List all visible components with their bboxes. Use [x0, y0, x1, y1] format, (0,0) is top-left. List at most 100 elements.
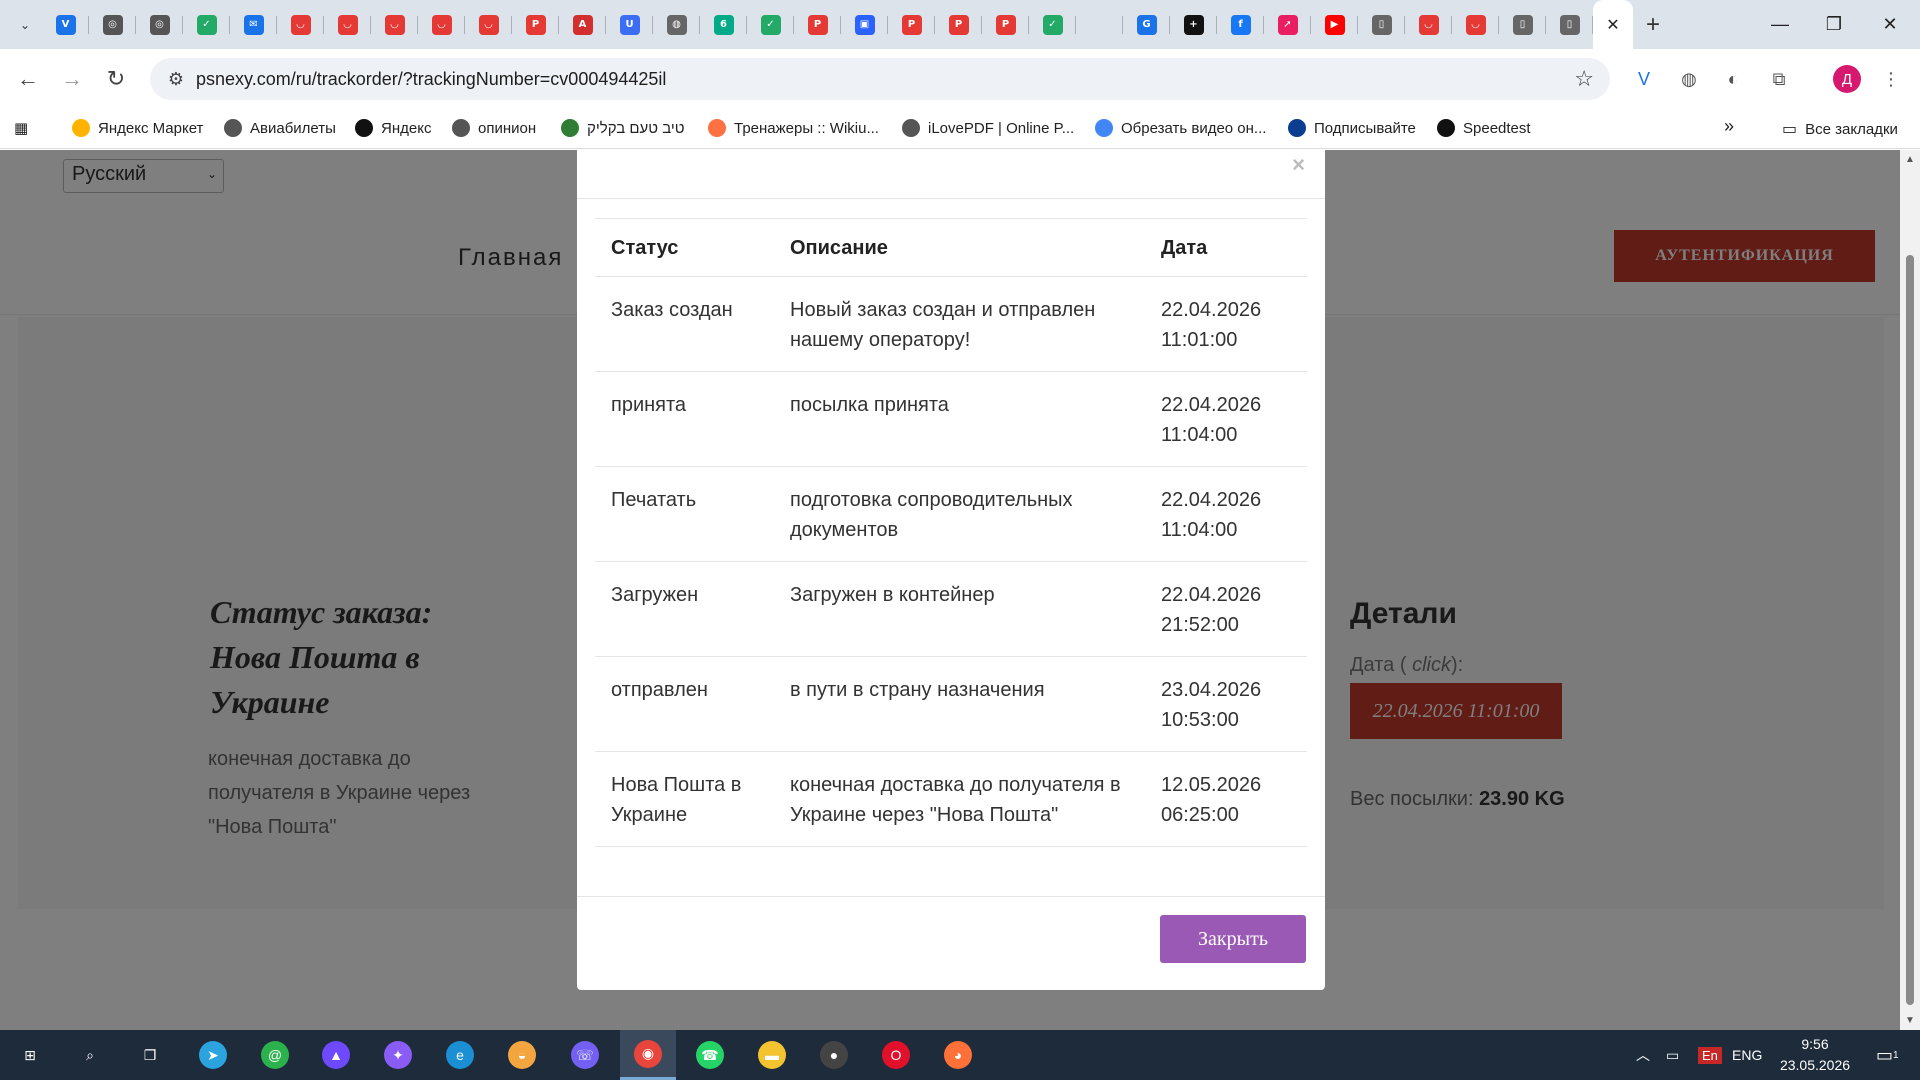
taskbar-app[interactable]: ◉ — [620, 1030, 676, 1080]
browser-tab[interactable]: V — [42, 0, 89, 49]
browser-tab[interactable]: ▶ — [1311, 0, 1358, 49]
minimize-icon[interactable]: — — [1752, 0, 1808, 49]
browser-tab[interactable]: P — [935, 0, 982, 49]
url-text[interactable]: psnexy.com/ru/trackorder/?trackingNumber… — [196, 69, 666, 90]
bookmark-item[interactable]: טיב טעם בקליק — [561, 119, 685, 137]
taskbar-app[interactable]: ▲ — [308, 1030, 364, 1080]
browser-tab[interactable]: P — [888, 0, 935, 49]
vee-extension-icon[interactable]: V — [1627, 59, 1661, 99]
browser-tab[interactable]: ✓ — [183, 0, 230, 49]
taskbar-app[interactable]: ◕ — [930, 1030, 986, 1080]
taskbar-app[interactable]: ⌕ — [62, 1030, 118, 1080]
taskbar-app[interactable]: ☏ — [557, 1030, 613, 1080]
browser-tab[interactable]: ◡ — [277, 0, 324, 49]
browser-tab[interactable]: A — [559, 0, 606, 49]
taskbar-app[interactable]: ❐ — [122, 1030, 178, 1080]
site-settings-icon[interactable]: ⚙ — [156, 69, 196, 90]
browser-tab[interactable]: f — [1217, 0, 1264, 49]
page-scrollbar[interactable]: ▲ ▼ — [1900, 150, 1920, 1030]
table-row: отправлен в пути в страну назначения 23.04… — [595, 657, 1307, 752]
browser-tab[interactable]: ◡ — [418, 0, 465, 49]
scroll-down-icon[interactable]: ▼ — [1905, 1015, 1915, 1026]
apps-grid-icon[interactable]: ▦ — [14, 119, 28, 137]
all-bookmarks[interactable]: ▭ Все закладки — [1782, 119, 1898, 139]
browser-tab[interactable]: G — [1123, 0, 1170, 49]
browser-tab[interactable]: ◎ — [136, 0, 183, 49]
browser-tab[interactable]: ◡ — [1405, 0, 1452, 49]
taskbar-app[interactable]: ⊞ — [2, 1030, 58, 1080]
tab-search-dropdown-icon[interactable]: ⌄ — [8, 8, 42, 42]
taskbar-app[interactable]: ☎ — [682, 1030, 738, 1080]
browser-tab[interactable]: P — [794, 0, 841, 49]
browser-tab[interactable]: ▣ — [841, 0, 888, 49]
browser-tab[interactable]: ▯ — [1499, 0, 1546, 49]
browser-tab[interactable]: ◡ — [1452, 0, 1499, 49]
browser-tab[interactable] — [1076, 0, 1123, 49]
forward-icon[interactable]: → — [52, 59, 92, 99]
browser-tab[interactable]: U — [606, 0, 653, 49]
taskbar-app[interactable]: ● — [806, 1030, 862, 1080]
browser-tab[interactable]: ◡ — [324, 0, 371, 49]
network-icon[interactable]: ▭ — [1666, 1030, 1679, 1080]
new-tab-button[interactable]: + — [1633, 0, 1673, 49]
bookmark-item[interactable]: Яндекс — [355, 119, 431, 137]
search-icon: ⌕ — [76, 1041, 104, 1069]
browser-tab[interactable]: 6 — [700, 0, 747, 49]
reload-icon[interactable]: ↻ — [96, 59, 136, 99]
taskbar-app[interactable]: ✦ — [370, 1030, 426, 1080]
pdf-icon: P — [995, 14, 1016, 35]
input-indicator[interactable]: En — [1698, 1030, 1722, 1080]
bookmark-item[interactable]: Тренажеры :: Wikiu... — [708, 119, 879, 137]
restore-icon[interactable]: ❐ — [1806, 0, 1862, 49]
bookmark-item[interactable]: Авиабилеты — [224, 119, 336, 137]
extension-icon[interactable]: ◐ — [1716, 59, 1750, 99]
browser-tab[interactable]: ✓ — [1029, 0, 1076, 49]
bookmark-item[interactable]: опинион — [452, 119, 536, 137]
browser-tab[interactable]: ▯ — [1358, 0, 1405, 49]
close-tab-icon[interactable]: ✕ — [1606, 15, 1619, 35]
input-language[interactable]: ENG — [1732, 1030, 1762, 1080]
browser-tab[interactable]: ◡ — [371, 0, 418, 49]
close-window-icon[interactable]: ✕ — [1862, 0, 1918, 49]
browser-tab[interactable]: ➚ — [1264, 0, 1311, 49]
bookmark-item[interactable]: Подписывайте — [1288, 119, 1416, 137]
browser-tab[interactable]: ✉ — [230, 0, 277, 49]
menu-kebab-icon[interactable]: ⋮ — [1874, 59, 1908, 99]
dots-icon — [1095, 119, 1113, 137]
taskbar-app[interactable]: ◒ — [494, 1030, 550, 1080]
browser-tab[interactable]: P — [982, 0, 1029, 49]
blank-icon — [1089, 14, 1110, 35]
taskbar-app[interactable]: @ — [247, 1030, 303, 1080]
taskbar-app[interactable]: e — [432, 1030, 488, 1080]
vee-icon: V — [55, 14, 76, 35]
browser-tab[interactable]: ◡ — [465, 0, 512, 49]
browser-tab[interactable]: ◎ — [89, 0, 136, 49]
taskbar-app[interactable]: O — [868, 1030, 924, 1080]
bookmark-star-icon[interactable]: ☆ — [1574, 66, 1594, 92]
taskbar-app[interactable]: ➤ — [185, 1030, 241, 1080]
bookmarks-overflow-icon[interactable]: » — [1724, 116, 1734, 137]
bookmark-item[interactable]: iLovePDF | Online P... — [902, 119, 1074, 137]
bookmark-item[interactable]: Speedtest — [1437, 119, 1531, 137]
scrollbar-thumb[interactable] — [1906, 255, 1914, 1005]
profile-avatar[interactable]: Д — [1833, 65, 1861, 93]
browser-tab[interactable]: ◍ — [653, 0, 700, 49]
browser-tab[interactable]: + — [1170, 0, 1217, 49]
show-hidden-icons-icon[interactable]: ︿ — [1636, 1030, 1650, 1080]
bookmark-item[interactable]: Обрезать видео он... — [1095, 119, 1266, 137]
notifications-icon[interactable]: ▭ 1 — [1876, 1030, 1899, 1080]
close-button[interactable]: Закрыть — [1160, 915, 1306, 963]
browser-tab[interactable]: P — [512, 0, 559, 49]
back-icon[interactable]: ← — [8, 59, 48, 99]
browser-tab[interactable]: ✓ — [747, 0, 794, 49]
bookmark-item[interactable]: Яндекс Маркет — [72, 119, 203, 137]
browser-tab[interactable]: ▯ — [1546, 0, 1593, 49]
modal-close-icon[interactable]: × — [1292, 152, 1305, 178]
system-clock[interactable]: 9:56 23.05.2026 — [1770, 1034, 1860, 1076]
address-bar[interactable]: ⚙ psnexy.com/ru/trackorder/?trackingNumb… — [150, 58, 1610, 100]
globe-extension-icon[interactable]: ◍ — [1672, 59, 1706, 99]
scroll-up-icon[interactable]: ▲ — [1905, 154, 1915, 165]
active-tab[interactable]: ✕ — [1593, 0, 1633, 49]
taskbar-app[interactable]: ▬ — [744, 1030, 800, 1080]
extensions-puzzle-icon[interactable]: ⧉ — [1762, 59, 1796, 99]
